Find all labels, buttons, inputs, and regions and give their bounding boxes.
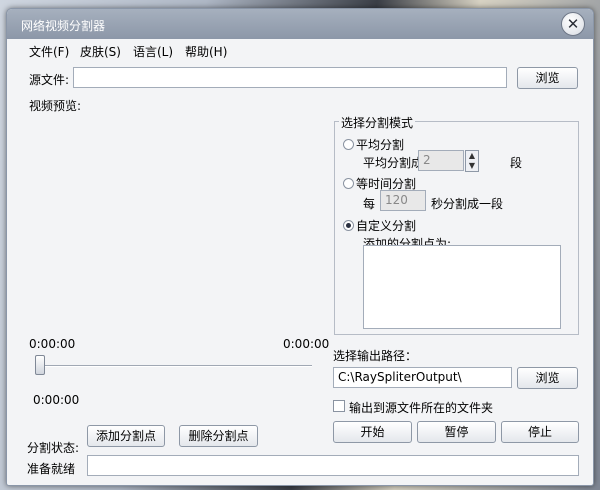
source-browse-button[interactable]: 浏览 [517,67,578,89]
start-button[interactable]: 开始 [333,421,412,443]
time-split-suffix: 秒分割成一段 [431,197,504,211]
average-split-desc: 平均分割成 [363,156,424,170]
output-same-folder-label: 输出到源文件所在的文件夹 [349,401,494,415]
stop-button[interactable]: 停止 [501,421,579,443]
timeline-track[interactable] [37,365,312,367]
output-path-input[interactable]: C:\RaySpliterOutput\ [333,367,512,388]
source-file-label: 源文件: [29,73,70,87]
stepper-up-icon[interactable]: ▲ [466,151,478,161]
split-mode-title: 选择分割模式 [339,114,416,131]
custom-split-radio[interactable] [343,220,354,231]
add-split-point-button[interactable]: 添加分割点 [87,425,165,447]
menu-skin[interactable]: 皮肤(S) [80,43,121,60]
split-status-label: 分割状态: [27,441,80,455]
split-points-list[interactable] [363,245,561,329]
average-unit-label: 段 [510,156,523,170]
delete-split-point-button[interactable]: 删除分割点 [179,425,258,447]
close-icon[interactable]: ✕ [561,12,585,36]
custom-split-label: 自定义分割 [356,219,417,233]
video-preview-label: 视频预览: [29,99,82,113]
window-title: 网络视频分割器 [21,19,106,33]
menu-file[interactable]: 文件(F) [29,43,69,60]
pause-button[interactable]: 暂停 [417,421,496,443]
source-file-input[interactable] [73,67,507,88]
average-segments-stepper[interactable]: ▲ ▼ [465,150,479,172]
stepper-down-icon[interactable]: ▼ [466,161,478,171]
output-browse-button[interactable]: 浏览 [517,367,578,389]
status-progress-bar [87,455,579,476]
time-seconds-input[interactable]: 120 [380,190,426,211]
output-path-label: 选择输出路径： [333,349,418,363]
menu-language[interactable]: 语言(L) [133,43,173,60]
time-split-radio[interactable] [343,178,354,189]
output-same-folder-checkbox[interactable] [333,400,345,412]
timeline-slider-handle[interactable] [35,355,45,375]
menu-help[interactable]: 帮助(H) [185,43,227,60]
main-window: 网络视频分割器 ✕ 文件(F) 皮肤(S) 语言(L) 帮助(H) 源文件: 浏… [6,8,594,486]
end-time-label: 0:00:00 [283,337,330,351]
average-segments-input[interactable]: 2 [418,150,464,171]
start-time-label: 0:00:00 [29,337,76,351]
ready-status-label: 准备就绪 [27,462,76,476]
average-split-label: 平均分割 [356,138,405,152]
current-time-label: 0:00:00 [33,393,80,407]
title-bar[interactable]: 网络视频分割器 ✕ [7,9,593,39]
time-split-prefix: 每 [363,197,376,211]
average-split-radio[interactable] [343,139,354,150]
